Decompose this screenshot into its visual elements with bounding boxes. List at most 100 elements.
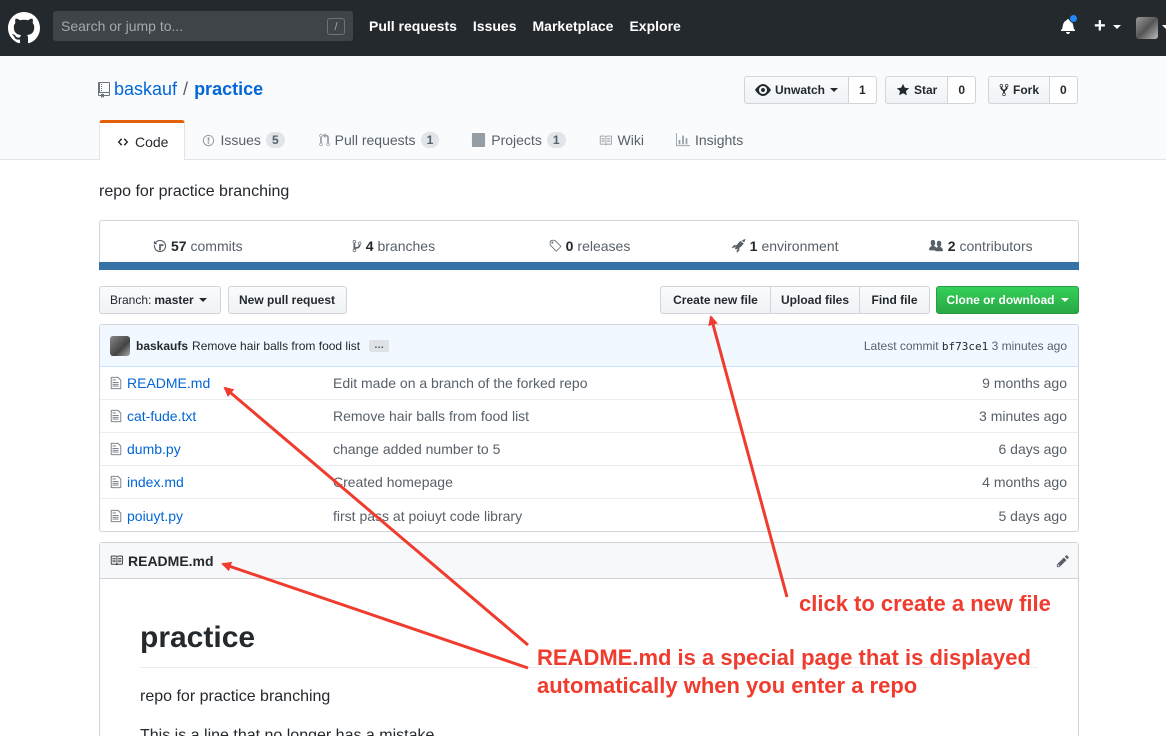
file-name-link[interactable]: cat-fude.txt bbox=[127, 408, 196, 424]
repo-owner-link[interactable]: baskauf bbox=[114, 79, 177, 100]
clone-download-label: Clone or download bbox=[946, 293, 1055, 307]
file-commit-message[interactable]: change added number to 5 bbox=[333, 441, 500, 457]
table-row: dumb.py change added number to 5 6 days … bbox=[100, 433, 1078, 466]
commits-count: 57 bbox=[170, 238, 187, 254]
git-pull-request-icon bbox=[318, 133, 330, 147]
latest-commit-bar: baskaufs Remove hair balls from food lis… bbox=[100, 325, 1078, 367]
file-icon bbox=[110, 509, 122, 523]
chevron-down-icon bbox=[1113, 25, 1121, 29]
watch-count[interactable]: 1 bbox=[849, 76, 877, 104]
table-row: poiuyt.py first pass at poiuyt code libr… bbox=[100, 499, 1078, 532]
branch-select-button[interactable]: Branch: master bbox=[99, 286, 221, 314]
pencil-icon[interactable] bbox=[1056, 554, 1070, 568]
releases-label: releases bbox=[577, 238, 631, 254]
commit-message[interactable]: Remove hair balls from food list bbox=[192, 339, 360, 353]
environment-count: 1 bbox=[749, 238, 758, 254]
star-count[interactable]: 0 bbox=[948, 76, 977, 104]
file-actions: Create new file Upload files Find file bbox=[660, 286, 930, 314]
notification-indicator bbox=[1069, 14, 1078, 23]
search-shortcut-key: / bbox=[327, 18, 345, 35]
file-age: 3 minutes ago bbox=[979, 408, 1067, 424]
star-group: Star 0 bbox=[885, 76, 977, 104]
search-input[interactable]: Search or jump to... / bbox=[53, 11, 353, 41]
avatar[interactable] bbox=[110, 335, 130, 356]
file-commit-message[interactable]: Remove hair balls from food list bbox=[333, 408, 529, 424]
file-name-link[interactable]: index.md bbox=[127, 474, 184, 490]
releases-count: 0 bbox=[565, 238, 574, 254]
nav-pull-requests[interactable]: Pull requests bbox=[369, 18, 457, 34]
repo-path-separator: / bbox=[183, 79, 189, 99]
star-label: Star bbox=[914, 83, 938, 97]
fork-count[interactable]: 0 bbox=[1050, 76, 1078, 104]
create-file-annotation: click to create a new file bbox=[799, 591, 1051, 616]
latest-commit-info: Latest commit bf73ce1 3 minutes ago bbox=[864, 339, 1067, 353]
repo-description: repo for practice branching bbox=[99, 183, 290, 200]
clone-download-button[interactable]: Clone or download bbox=[936, 286, 1079, 314]
branch-prefix: Branch: bbox=[110, 293, 152, 307]
avatar[interactable] bbox=[1136, 17, 1158, 39]
unwatch-button[interactable]: Unwatch bbox=[744, 76, 850, 104]
tab-insights[interactable]: Insights bbox=[660, 120, 759, 160]
tab-projects[interactable]: Projects 1 bbox=[455, 120, 581, 160]
readme-filename: README.md bbox=[128, 552, 214, 569]
tab-pull-requests[interactable]: Pull requests 1 bbox=[301, 120, 456, 160]
history-icon bbox=[153, 239, 167, 253]
file-name-link[interactable]: poiuyt.py bbox=[127, 508, 183, 524]
star-button[interactable]: Star bbox=[885, 76, 949, 104]
code-icon bbox=[116, 136, 130, 148]
tab-wiki-label: Wiki bbox=[617, 132, 644, 148]
file-name-link[interactable]: README.md bbox=[127, 375, 210, 391]
file-icon bbox=[110, 409, 122, 423]
contributors-count: 2 bbox=[947, 238, 956, 254]
table-row: README.md Edit made on a branch of the f… bbox=[100, 367, 1078, 400]
book-icon bbox=[109, 554, 124, 567]
unwatch-label: Unwatch bbox=[775, 83, 826, 97]
tab-pull-requests-label: Pull requests bbox=[334, 132, 416, 148]
fork-button[interactable]: Fork bbox=[988, 76, 1051, 104]
file-commit-message[interactable]: first pass at poiuyt code library bbox=[333, 508, 522, 524]
find-file-button[interactable]: Find file bbox=[859, 286, 930, 314]
people-icon bbox=[928, 239, 944, 253]
readme-header: README.md bbox=[100, 543, 1078, 579]
search-placeholder: Search or jump to... bbox=[61, 18, 184, 34]
releases-link[interactable]: 0 releases bbox=[491, 238, 687, 254]
readme-paragraph: This is a line that no longer has a mist… bbox=[140, 727, 439, 736]
file-age: 6 days ago bbox=[998, 441, 1068, 457]
github-logo-icon[interactable] bbox=[8, 12, 40, 44]
file-name-link[interactable]: dumb.py bbox=[127, 441, 181, 457]
table-row: cat-fude.txt Remove hair balls from food… bbox=[100, 400, 1078, 433]
create-new-file-button[interactable]: Create new file bbox=[660, 286, 771, 314]
tab-code[interactable]: Code bbox=[99, 120, 186, 161]
repo-tabs: Code Issues 5 Pull requests 1 Projects 1… bbox=[99, 120, 759, 161]
contributors-link[interactable]: 2 contributors bbox=[882, 238, 1078, 254]
tab-issues[interactable]: Issues 5 bbox=[185, 120, 300, 160]
new-pull-request-button[interactable]: New pull request bbox=[228, 286, 347, 314]
project-icon bbox=[471, 133, 486, 147]
chevron-down-icon bbox=[1162, 25, 1166, 29]
repo-name-link[interactable]: practice bbox=[194, 79, 263, 100]
repo-title: baskauf / practice bbox=[98, 79, 263, 100]
commit-sha[interactable]: bf73ce1 bbox=[942, 340, 988, 353]
tab-projects-label: Projects bbox=[491, 132, 542, 148]
create-new-menu[interactable]: + bbox=[1094, 16, 1106, 36]
nav-issues[interactable]: Issues bbox=[473, 18, 517, 34]
environment-label: environment bbox=[761, 238, 839, 254]
upload-files-button[interactable]: Upload files bbox=[770, 286, 860, 314]
branch-name: master bbox=[154, 293, 194, 307]
repo-icon bbox=[98, 81, 110, 98]
nav-marketplace[interactable]: Marketplace bbox=[533, 18, 614, 34]
commit-age: 3 minutes ago bbox=[991, 339, 1067, 353]
commits-link[interactable]: 57 commits bbox=[100, 238, 296, 254]
environment-link[interactable]: 1 environment bbox=[687, 238, 883, 254]
tab-wiki[interactable]: Wiki bbox=[582, 120, 660, 160]
file-age: 5 days ago bbox=[998, 507, 1068, 524]
commit-expand-button[interactable]: … bbox=[369, 339, 390, 352]
commit-author[interactable]: baskaufs bbox=[136, 339, 188, 353]
nav-explore[interactable]: Explore bbox=[629, 18, 680, 34]
tab-code-label: Code bbox=[135, 133, 169, 150]
file-commit-message[interactable]: Created homepage bbox=[333, 474, 453, 490]
branches-link[interactable]: 4 branches bbox=[296, 238, 492, 254]
language-bar[interactable] bbox=[99, 262, 1079, 270]
file-commit-message[interactable]: Edit made on a branch of the forked repo bbox=[333, 375, 588, 391]
file-table: baskaufs Remove hair balls from food lis… bbox=[99, 324, 1079, 532]
